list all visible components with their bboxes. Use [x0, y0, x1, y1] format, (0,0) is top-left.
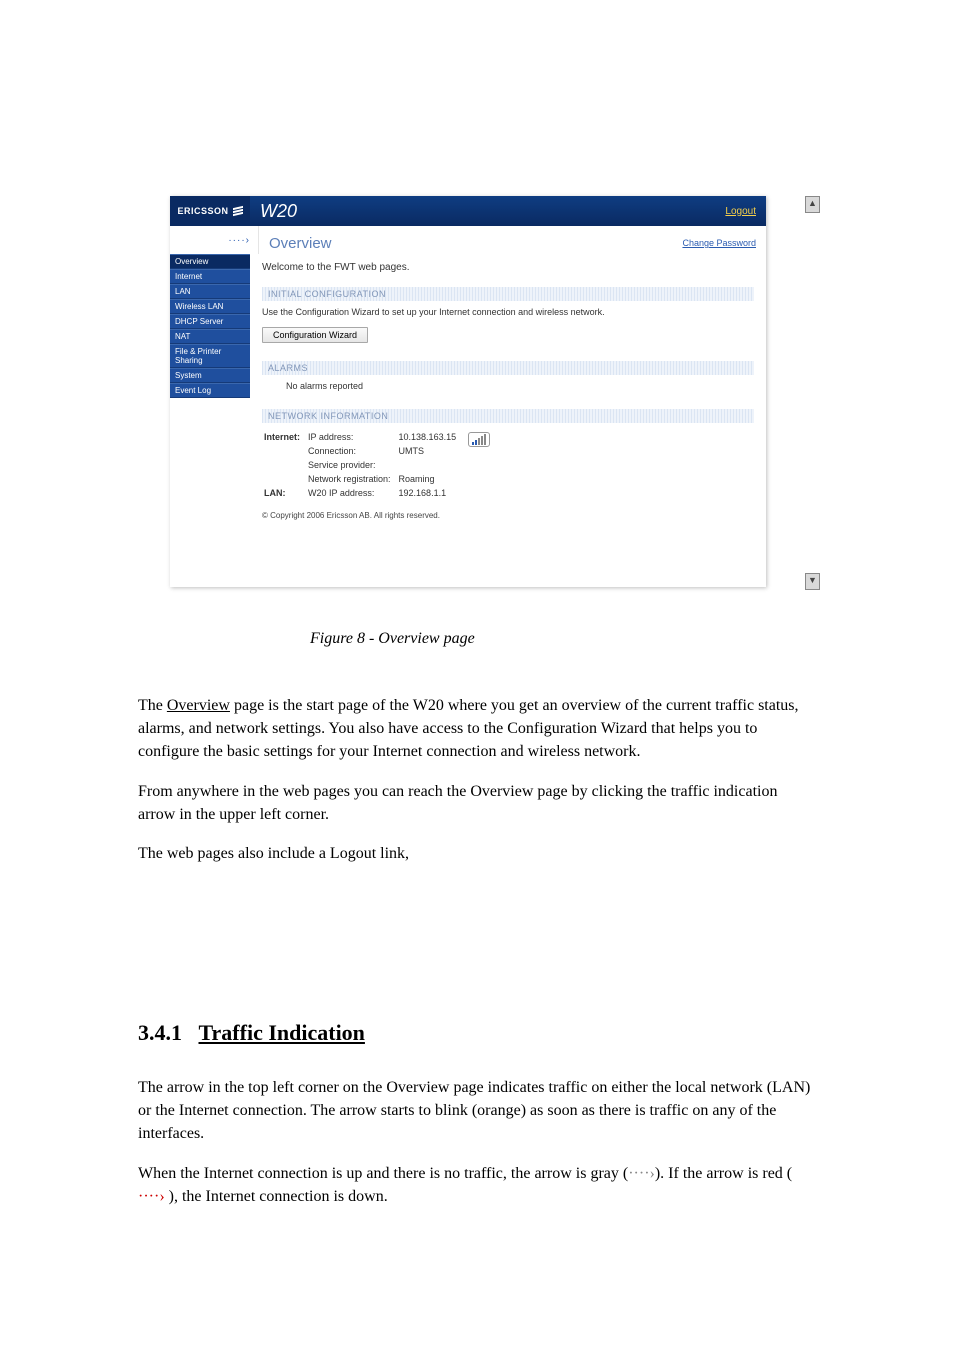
page-title: Overview — [269, 235, 332, 252]
section-network-info-header: NETWORK INFORMATION — [262, 409, 754, 423]
lan-ip-label: W20 IP address: — [308, 487, 397, 499]
body-paragraphs: The Overview page is the start page of t… — [138, 678, 818, 881]
nav-wireless-lan[interactable]: Wireless LAN — [170, 299, 250, 314]
sp-value — [399, 459, 463, 471]
nr-label: Network registration: — [308, 473, 397, 485]
section-initial-config-header: INITIAL CONFIGURATION — [262, 287, 754, 301]
brand-logo: ERICSSON — [170, 196, 250, 226]
logout-link[interactable]: Logout — [725, 206, 756, 217]
nav-lan[interactable]: LAN — [170, 284, 250, 299]
nav-nat[interactable]: NAT — [170, 329, 250, 344]
sidebar-nav: Overview Internet LAN Wireless LAN DHCP … — [170, 254, 250, 587]
ip-value: 10.138.163.15 — [399, 431, 463, 443]
nav-file-printer[interactable]: File & Printer Sharing — [170, 344, 250, 368]
alarms-message: No alarms reported — [262, 375, 754, 409]
figure-caption: Figure 8 - Overview page — [310, 630, 475, 648]
scroll-up-button[interactable]: ▲ — [805, 196, 820, 213]
section-alarms-header: ALARMS — [262, 361, 754, 375]
lan-label: LAN: — [264, 487, 306, 499]
signal-strength-icon — [468, 432, 490, 447]
conn-label: Connection: — [308, 445, 397, 457]
sp-label: Service provider: — [308, 459, 397, 471]
copyright-text: © Copyright 2006 Ericsson AB. All rights… — [262, 511, 754, 520]
scroll-down-button[interactable]: ▼ — [805, 573, 820, 590]
ericsson-stripes-icon — [233, 206, 243, 216]
welcome-text: Welcome to the FWT web pages. — [262, 262, 754, 273]
nav-dhcp-server[interactable]: DHCP Server — [170, 314, 250, 329]
product-title: W20 — [260, 201, 297, 222]
nav-system[interactable]: System — [170, 368, 250, 383]
traffic-arrow-icon: ····› — [228, 235, 250, 246]
router-admin-screenshot: ERICSSON W20 Logout ····› Overview Chang… — [170, 196, 766, 587]
traffic-indicator[interactable]: ····› — [170, 226, 259, 254]
brand-text: ERICSSON — [177, 206, 228, 216]
network-info-table: Internet: IP address: 10.138.163.15 — [262, 429, 498, 501]
configuration-wizard-button[interactable]: Configuration Wizard — [262, 327, 368, 343]
nav-event-log[interactable]: Event Log — [170, 383, 250, 398]
nav-overview[interactable]: Overview — [170, 254, 250, 269]
change-password-link[interactable]: Change Password — [682, 238, 756, 248]
ip-label: IP address: — [308, 431, 397, 443]
internet-label: Internet: — [264, 431, 306, 443]
lan-ip-value: 192.168.1.1 — [399, 487, 463, 499]
section-heading: 3.4.1 Traffic Indication — [138, 1020, 365, 1046]
nr-value: Roaming — [399, 473, 463, 485]
nav-internet[interactable]: Internet — [170, 269, 250, 284]
conn-value: UMTS — [399, 445, 463, 457]
initial-config-desc: Use the Configuration Wizard to set up y… — [262, 307, 754, 317]
body-paragraphs-2: The arrow in the top left corner on the … — [138, 1060, 818, 1224]
